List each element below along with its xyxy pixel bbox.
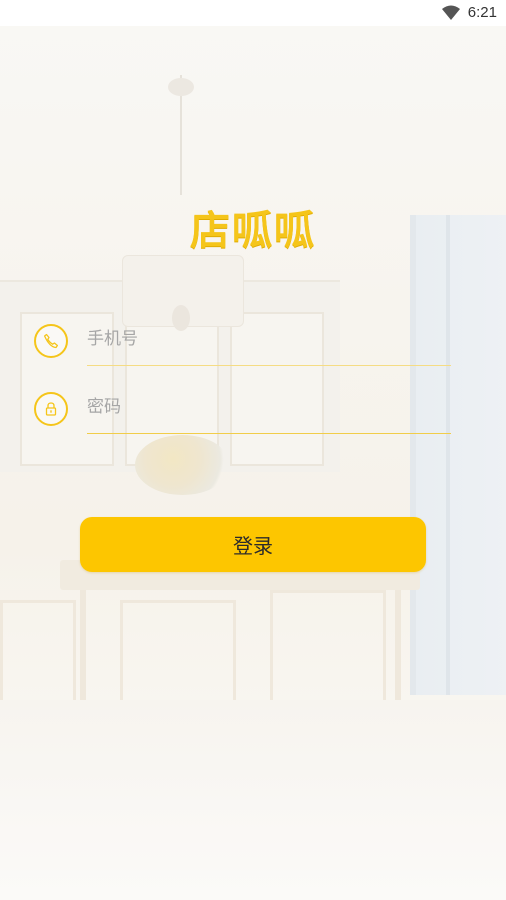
- phone-underline: [87, 365, 451, 366]
- lock-icon: [34, 392, 68, 426]
- phone-field: [34, 318, 454, 366]
- password-underline: [87, 433, 451, 434]
- background-door: [410, 215, 506, 695]
- password-field: [34, 386, 454, 434]
- background-image: [0, 0, 506, 900]
- phone-icon: [34, 324, 68, 358]
- app-logo: 店呱呱: [190, 208, 316, 254]
- password-input[interactable]: [87, 392, 447, 422]
- status-time: 6:21: [467, 4, 497, 21]
- background-flowers: [135, 435, 230, 495]
- status-bar: 6:21: [0, 0, 506, 26]
- phone-input[interactable]: [87, 324, 447, 354]
- login-button[interactable]: 登录: [80, 517, 426, 572]
- wifi-icon: [442, 5, 460, 20]
